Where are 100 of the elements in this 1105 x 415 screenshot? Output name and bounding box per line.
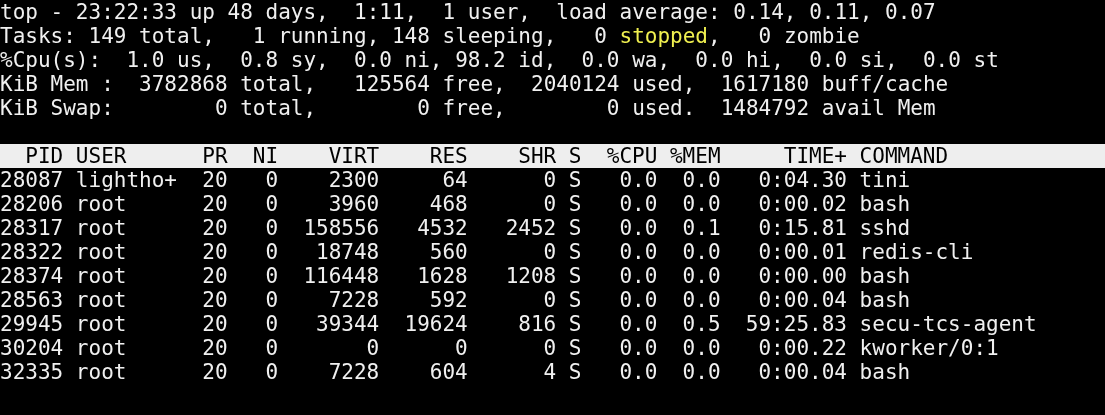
table-cell: 20 xyxy=(202,336,228,360)
summary-text: %Cpu(s): 1.0 us, 0.8 sy, 0.0 ni, 98.2 id, 0.0 wa, 0.0 hi, 0.0 si, 0.0 st xyxy=(0,48,999,72)
table-cell: 468 xyxy=(429,192,468,216)
summary-text: Tasks: 149 total, 1 running, 148 sleeping, 0 xyxy=(0,24,608,48)
table-cell: 0.0 xyxy=(619,216,658,240)
table-cell: 0 xyxy=(455,336,468,360)
table-cell: S xyxy=(568,216,582,240)
table-cell: 20 xyxy=(202,312,228,336)
table-cell: 28087 xyxy=(0,168,64,192)
table-cell: 0 xyxy=(265,168,279,192)
summary-text: stopped xyxy=(619,24,709,48)
table-cell: 0:15.81 xyxy=(758,216,847,240)
table-cell: 0:00.00 xyxy=(758,264,847,288)
table-cell: 0.0 xyxy=(619,240,658,264)
table-cell: root xyxy=(75,288,127,312)
table-cell: 0 xyxy=(265,360,279,384)
table-cell: sshd xyxy=(859,216,911,240)
table-cell: 0.0 xyxy=(682,264,721,288)
table-cell: root xyxy=(75,312,127,336)
table-cell: 19624 xyxy=(404,312,468,336)
table-cell: 30204 xyxy=(0,336,64,360)
table-cell: 0 xyxy=(265,336,279,360)
table-cell: root xyxy=(75,336,127,360)
table-cell: 0.0 xyxy=(619,312,658,336)
table-cell: 29945 xyxy=(0,312,64,336)
table-cell: 0.0 xyxy=(682,240,721,264)
table-cell: 0.0 xyxy=(619,336,658,360)
table-cell: lightho+ xyxy=(75,168,177,192)
table-cell: 7228 xyxy=(328,288,380,312)
table-cell: 20 xyxy=(202,264,228,288)
column-header: TIME+ xyxy=(783,144,847,168)
summary-text: KiB Mem : 3782868 total, 125564 free, 2040124 used, 1617180 buff/cache xyxy=(0,72,949,96)
table-cell: 0.0 xyxy=(682,168,721,192)
table-cell: S xyxy=(568,192,582,216)
table-cell: 0:00.04 xyxy=(758,360,847,384)
table-cell: tini xyxy=(859,168,911,192)
summary-text: KiB Swap: 0 total, 0 free, 0 used. 1484792 avail Mem xyxy=(0,96,936,120)
table-cell: root xyxy=(75,192,127,216)
column-header: RES xyxy=(429,144,468,168)
table-cell: S xyxy=(568,264,582,288)
table-cell: 0.0 xyxy=(619,288,658,312)
table-cell: 0:00.22 xyxy=(758,336,847,360)
table-cell: bash xyxy=(859,288,911,312)
table-cell: 592 xyxy=(429,288,468,312)
table-cell: 28206 xyxy=(0,192,64,216)
table-cell: 0 xyxy=(543,336,557,360)
column-header: S xyxy=(568,144,582,168)
table-cell: 4532 xyxy=(417,216,468,240)
column-header: VIRT xyxy=(328,144,380,168)
table-cell: 18748 xyxy=(316,240,380,264)
column-header: PID xyxy=(25,144,64,168)
table-cell: 0:04.30 xyxy=(758,168,847,192)
table-cell: S xyxy=(568,312,582,336)
table-cell: 0.0 xyxy=(619,192,658,216)
table-cell: S xyxy=(568,336,582,360)
table-cell: root xyxy=(75,264,127,288)
table-cell: 1628 xyxy=(417,264,468,288)
table-cell: 2300 xyxy=(328,168,380,192)
table-cell: 20 xyxy=(202,168,228,192)
table-cell: 0:00.04 xyxy=(758,288,847,312)
column-header: NI xyxy=(252,144,279,168)
table-cell: 28322 xyxy=(0,240,64,264)
table-cell: root xyxy=(75,216,127,240)
column-header: %CPU xyxy=(606,144,658,168)
table-cell: 0 xyxy=(265,312,279,336)
table-cell: 158556 xyxy=(303,216,380,240)
table-cell: S xyxy=(568,360,582,384)
table-cell: 0 xyxy=(265,216,279,240)
column-header: PR xyxy=(202,144,228,168)
table-cell: 0.0 xyxy=(682,192,721,216)
table-cell: S xyxy=(568,288,582,312)
table-cell: S xyxy=(568,240,582,264)
table-cell: 0 xyxy=(265,264,279,288)
column-header: SHR xyxy=(518,144,557,168)
table-cell: 560 xyxy=(429,240,468,264)
table-cell: 0 xyxy=(366,336,380,360)
table-cell: 816 xyxy=(518,312,557,336)
summary-text: top - 23:22:33 up 48 days, 1:11, 1 user, load average: 0.14, 0.11, 0.07 xyxy=(0,0,936,24)
table-cell: 0.0 xyxy=(619,360,658,384)
table-cell: bash xyxy=(859,192,911,216)
summary-text: , 0 zombie xyxy=(708,24,860,48)
table-cell: 2452 xyxy=(505,216,557,240)
table-cell: kworker/0:1 xyxy=(859,336,999,360)
table-cell: 59:25.83 xyxy=(745,312,847,336)
table-cell: 0 xyxy=(265,240,279,264)
table-cell: 3960 xyxy=(328,192,380,216)
table-cell: 20 xyxy=(202,240,228,264)
table-cell: 1208 xyxy=(505,264,557,288)
table-cell: 64 xyxy=(442,168,468,192)
table-cell: 20 xyxy=(202,216,228,240)
table-cell: 0 xyxy=(265,192,279,216)
table-cell: 0.0 xyxy=(682,288,721,312)
table-cell: 4 xyxy=(543,360,557,384)
table-cell: 0 xyxy=(543,192,557,216)
table-cell: 0.0 xyxy=(682,360,721,384)
table-cell: 0 xyxy=(543,288,557,312)
table-cell: 39344 xyxy=(316,312,380,336)
table-cell: 0.0 xyxy=(619,168,658,192)
table-cell: 116448 xyxy=(303,264,380,288)
table-cell: 0.0 xyxy=(682,336,721,360)
